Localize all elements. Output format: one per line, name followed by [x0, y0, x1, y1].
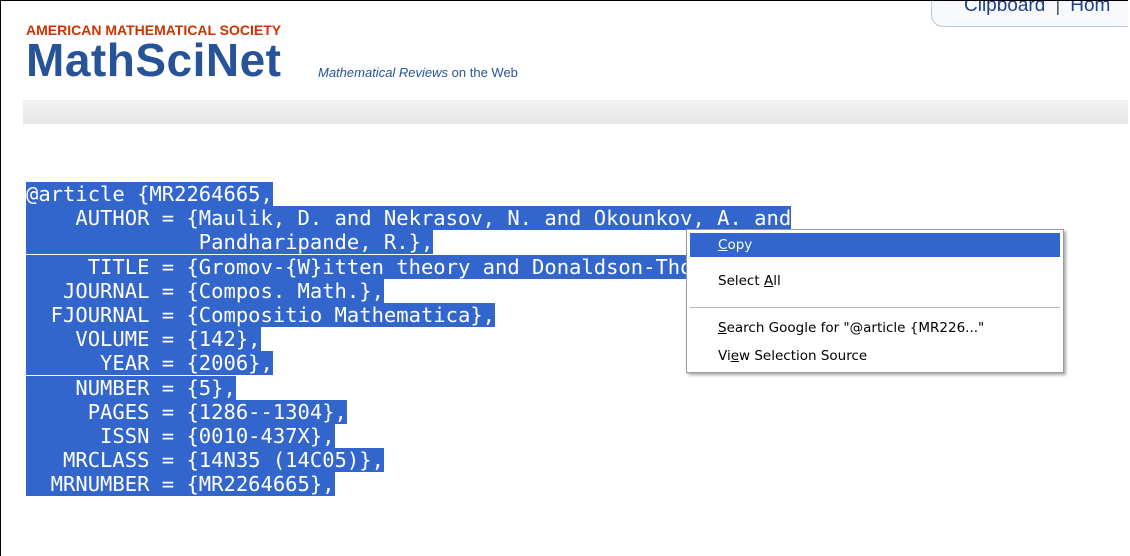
bibtex-line[interactable]: PAGES = {1286--1304}, — [26, 399, 828, 424]
top-nav-tab: Clipboard | Hom — [931, 0, 1128, 27]
menu-label-rest: w Selection Source — [739, 348, 868, 364]
selected-text: Pandharipande, R.}, — [26, 230, 434, 255]
toolbar-strip — [23, 100, 1128, 124]
selected-text: JOURNAL = {Compos. Math.}, — [26, 278, 384, 303]
selected-text: VOLUME = {142}, — [26, 327, 261, 352]
menu-label-prefix: Vi — [718, 348, 731, 364]
nav-link-clipboard[interactable]: Clipboard — [964, 1, 1045, 17]
bibtex-line[interactable]: AUTHOR = {Maulik, D. and Nekrasov, N. an… — [26, 206, 828, 231]
menu-label-rest: opy — [727, 237, 753, 253]
selected-text: PAGES = {1286--1304}, — [26, 399, 347, 424]
menu-item-view-selection-source[interactable]: View Selection Source — [690, 344, 1060, 368]
selected-text: FJOURNAL = {Compositio Mathematica}, — [26, 302, 495, 327]
nav-separator: | — [1055, 0, 1061, 16]
mathscinet-logo[interactable]: MathSciNet — [26, 37, 281, 83]
context-menu: Copy Select All Search Google for "@articl… — [686, 229, 1064, 373]
menu-item-select-all[interactable]: Select All — [690, 269, 1060, 293]
menu-accelerator: S — [718, 320, 727, 336]
bibtex-line[interactable]: MRCLASS = {14N35 (14C05)}, — [26, 448, 828, 473]
selected-text: AUTHOR = {Maulik, D. and Nekrasov, N. an… — [26, 206, 792, 231]
selected-text: MRCLASS = {14N35 (14C05)}, — [26, 448, 384, 473]
bibtex-line[interactable]: NUMBER = {5}, — [26, 375, 828, 400]
browser-page: Clipboard | Hom AMERICAN MATHEMATICAL SO… — [0, 0, 1128, 556]
selected-text: MRNUMBER = {MR2264665}, — [26, 472, 335, 497]
menu-accelerator: e — [730, 348, 740, 364]
tagline-italic: Mathematical Reviews — [318, 65, 449, 80]
selected-text: ISSN = {0010-437X}, — [26, 423, 335, 448]
bibtex-line[interactable]: ISSN = {0010-437X}, — [26, 423, 828, 448]
nav-link-home[interactable]: Hom — [1070, 1, 1110, 17]
menu-item-search-google[interactable]: Search Google for "@article {MR226..." — [690, 316, 1060, 340]
menu-item-copy[interactable]: Copy — [690, 233, 1060, 257]
menu-label-rest: ll — [773, 273, 781, 289]
selected-text: NUMBER = {5}, — [26, 375, 236, 400]
logo-tagline: Mathematical Reviews on the Web — [318, 65, 518, 80]
menu-accelerator: A — [763, 273, 774, 289]
menu-label-rest: earch Google for "@article {MR226..." — [726, 320, 985, 336]
bibtex-line[interactable]: @article {MR2264665, — [26, 182, 828, 206]
bibtex-line[interactable]: MRNUMBER = {MR2264665}, — [26, 472, 828, 497]
menu-separator — [690, 307, 1060, 308]
tagline-rest: on the Web — [448, 65, 518, 80]
selected-text: YEAR = {2006}, — [26, 351, 273, 376]
selected-text: @article {MR2264665, — [26, 182, 273, 206]
menu-label-prefix: Select — [718, 273, 764, 289]
